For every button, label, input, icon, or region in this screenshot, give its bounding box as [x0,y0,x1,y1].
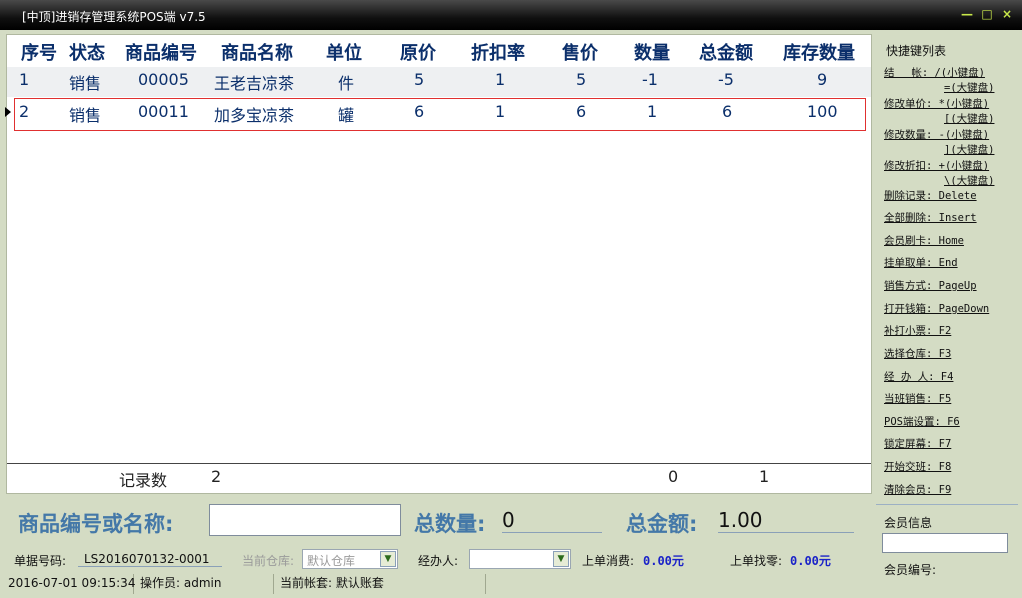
cell-stock: 9 [817,70,828,89]
maximize-button[interactable]: □ [980,7,994,21]
shortcut-delete-record: 删除记录: Delete [884,190,977,202]
warehouse-label: 当前仓库: [242,554,295,568]
shortcut-panel-title: 快捷键列表 [886,44,947,58]
status-empty [488,574,874,594]
shortcut-member-card: 会员刷卡: Home [884,235,964,247]
minimize-button[interactable]: — [960,7,974,21]
shortcut-shift-sales: 当班销售: F5 [884,393,952,405]
shortcut-sale-mode: 销售方式: PageUp [884,280,977,292]
shortcut-reprint: 补打小票: F2 [884,325,952,337]
bill-no-underline [78,549,222,567]
footer-record-count: 2 [211,467,222,486]
last-consume-label: 上单消费: [582,554,635,568]
close-button[interactable]: × [1000,7,1014,21]
col-header-no[interactable]: 序号 [21,39,57,65]
shortcut-checkout-alt: =(大键盘) [944,82,995,94]
code-input-label: 商品编号或名称: [18,512,174,536]
shortcut-edit-price: 修改单价: *(小键盘) [884,98,990,110]
col-header-qty[interactable]: 数量 [634,39,670,65]
col-header-orig-price[interactable]: 原价 [400,39,436,65]
handler-label: 经办人: [418,554,459,568]
cell-qty: -1 [642,70,658,89]
total-qty-value: 0 [502,508,602,533]
shortcut-edit-discount: 修改折扣: +(小键盘) [884,160,990,172]
footer-record-label: 记录数 [119,471,168,490]
order-info-bar: 单据号码: LS2016070132-0001 当前仓库: 默认仓库 ▼ 经办人… [6,546,872,572]
shortcut-checkout: 结 帐: /(小键盘) [884,67,985,79]
member-info-title: 会员信息 [884,516,933,530]
cell-status: 销售 [69,74,102,93]
handler-select[interactable]: ▼ [469,549,571,569]
shortcut-clear-member: 清除会员: F9 [884,484,952,496]
chevron-down-icon[interactable]: ▼ [553,551,569,567]
cell-unit: 件 [338,74,355,93]
product-code-input[interactable] [209,504,401,536]
col-header-status[interactable]: 状态 [69,39,105,65]
grid-footer: 记录数 2 0 1 [7,463,871,493]
shortcut-panel: 快捷键列表 结 帐: /(小键盘) =(大键盘) 修改单价: *(小键盘) [(… [876,34,1018,504]
cell-total: -5 [718,70,734,89]
shortcut-shift-change: 开始交班: F8 [884,461,952,473]
shortcut-pos-settings: POS端设置: F6 [884,416,960,428]
cell-orig-price: 5 [414,70,425,89]
member-input[interactable] [882,533,1008,553]
bill-no-label: 单据号码: [14,554,67,568]
footer-qty-sum: 0 [668,467,679,486]
col-header-total[interactable]: 总金额 [699,39,753,65]
window-title: [中顶]进销存管理系统POS端 v7.5 [22,10,206,24]
col-header-unit[interactable]: 单位 [326,39,362,65]
shortcut-hold-order: 挂单取单: End [884,257,958,269]
shortcut-delete-all: 全部删除: Insert [884,212,977,224]
cell-name: 王老吉凉茶 [214,74,295,93]
shortcut-warehouse: 选择仓库: F3 [884,348,952,360]
shortcut-handler: 经 办 人: F4 [884,371,954,383]
warehouse-select[interactable]: 默认仓库 ▼ [302,549,398,569]
shortcut-edit-qty-alt: ](大键盘) [944,144,995,156]
total-qty-label: 总数量: [414,512,486,536]
col-header-code[interactable]: 商品编号 [125,39,197,65]
warehouse-value: 默认仓库 [307,554,356,568]
chevron-down-icon[interactable]: ▼ [380,551,396,567]
status-account: 当前帐套: 默认账套 [276,574,486,594]
col-header-stock[interactable]: 库存数量 [783,39,855,65]
table-row[interactable]: 1 销售 00005 王老吉凉茶 件 5 1 5 -1 -5 9 [7,67,871,97]
member-panel: 会员信息 会员编号: [876,504,1018,594]
col-header-name[interactable]: 商品名称 [221,39,293,65]
status-bar: 2016-07-01 09:15:34 操作员: admin 当前帐套: 默认账… [0,574,874,594]
grid-header: 序号 状态 商品编号 商品名称 单位 原价 折扣率 售价 数量 总金额 库存数量 [7,35,871,67]
col-header-discount[interactable]: 折扣率 [471,39,525,65]
col-header-price[interactable]: 售价 [562,39,598,65]
cell-discount: 1 [495,70,506,89]
member-no-label: 会员编号: [884,563,937,577]
shortcut-edit-discount-alt: \(大键盘) [944,175,995,187]
shortcut-open-drawer: 打开钱箱: PageDown [884,303,990,315]
sales-grid[interactable]: 序号 状态 商品编号 商品名称 单位 原价 折扣率 售价 数量 总金额 库存数量… [5,34,872,494]
selected-row-outline [14,98,866,131]
shortcut-lock-screen: 锁定屏幕: F7 [884,438,952,450]
shortcut-edit-price-alt: [(大键盘) [944,113,995,125]
title-bar: [中顶]进销存管理系统POS端 v7.5 — □ × [0,0,1022,30]
status-operator: 操作员: admin [136,574,274,594]
total-amount-value: 1.00 [718,508,854,533]
cell-no: 1 [19,70,30,89]
cell-price: 5 [576,70,587,89]
last-change-value: 0.00元 [790,554,831,568]
last-change-label: 上单找零: [730,554,783,568]
input-bar: 商品编号或名称: 总数量: 0 总金额: 1.00 [6,494,872,544]
shortcut-edit-qty: 修改数量: -(小键盘) [884,129,990,141]
cell-code: 00005 [138,70,189,89]
footer-total-sum: 1 [759,467,770,486]
row-pointer-icon [5,107,11,117]
status-datetime: 2016-07-01 09:15:34 [4,574,135,594]
total-amount-label: 总金额: [626,512,698,536]
last-consume-value: 0.00元 [643,554,684,568]
